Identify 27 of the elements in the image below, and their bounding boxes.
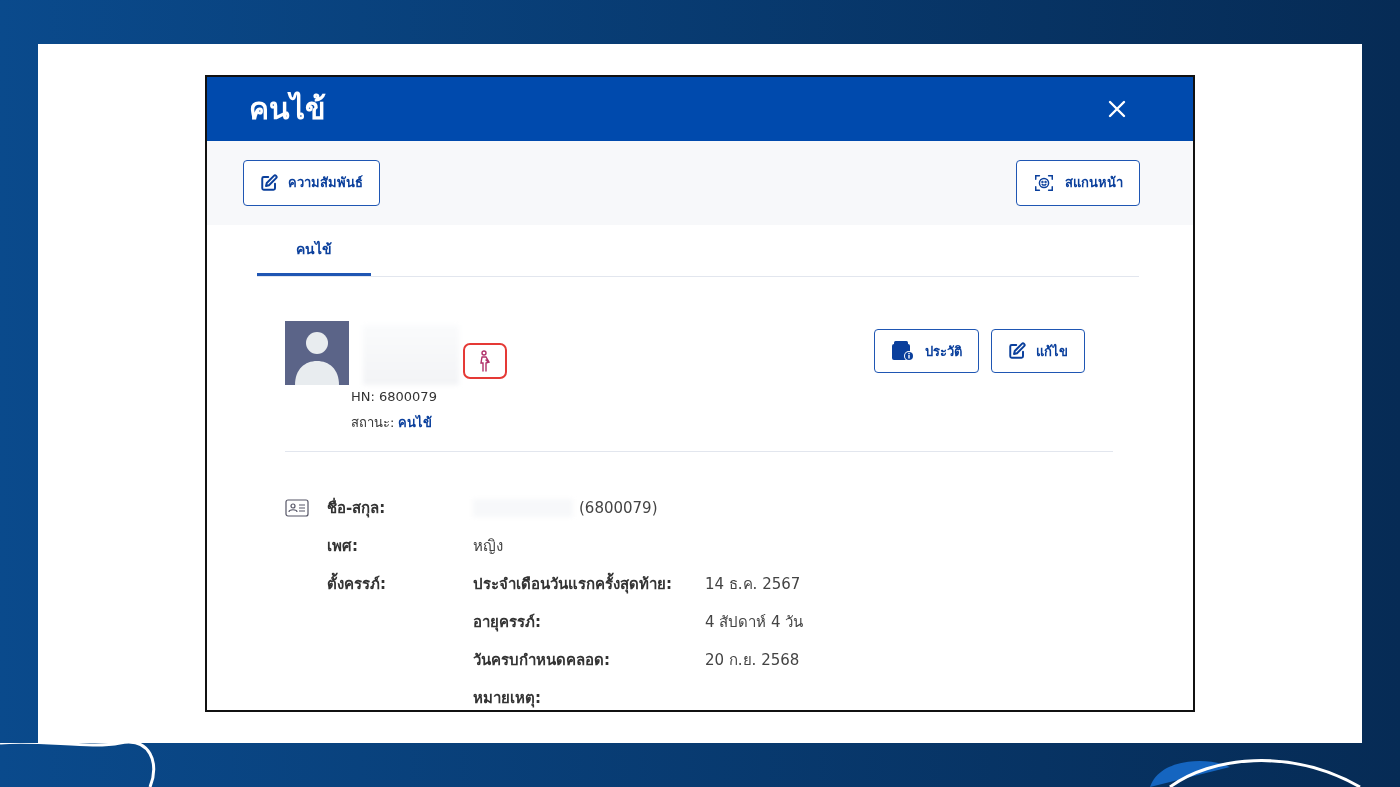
hn-text: HN: 6800079 — [351, 389, 438, 404]
field-label: เพศ: — [327, 536, 359, 557]
field-value: 20 ก.ย. 2568 — [705, 650, 801, 671]
field-label: หมายเหตุ: — [473, 688, 542, 710]
field-label: ประจำเดือนวันแรกครั้งสุดท้าย: — [473, 572, 705, 596]
edit-icon — [1008, 342, 1026, 360]
close-icon[interactable] — [1107, 98, 1127, 119]
history-button[interactable]: ประวัติ — [874, 329, 979, 373]
field-label: ตั้งครรภ์: — [327, 572, 473, 596]
field-value: 14 ธ.ค. 2567 — [705, 574, 802, 595]
dialog-title: คนไข้ — [249, 90, 326, 129]
pregnant-woman-icon — [477, 350, 493, 372]
id-card-icon — [285, 499, 309, 517]
edit-button[interactable]: แก้ไข — [991, 329, 1085, 373]
field-value: 4 สัปดาห์ 4 วัน — [705, 612, 805, 633]
field-value: (6800079) — [579, 499, 658, 517]
edit-icon — [260, 173, 278, 192]
face-scan-button[interactable]: สแกนหน้า — [1016, 159, 1140, 206]
wallet-icon — [891, 340, 915, 362]
status-value: คนไข้ — [398, 414, 433, 432]
edit-button[interactable]: ความสัมพันธ์ — [243, 159, 380, 206]
tab[interactable]: คนไข้ — [257, 224, 371, 276]
status-label: สถานะ: — [351, 414, 395, 432]
field-label: อายุครรภ์: — [473, 612, 542, 634]
field-label: วันครบกำหนดคลอด: — [473, 650, 611, 671]
field-value: หญิง — [473, 536, 504, 557]
field-label: ชื่อ-สกุล: — [327, 496, 387, 520]
